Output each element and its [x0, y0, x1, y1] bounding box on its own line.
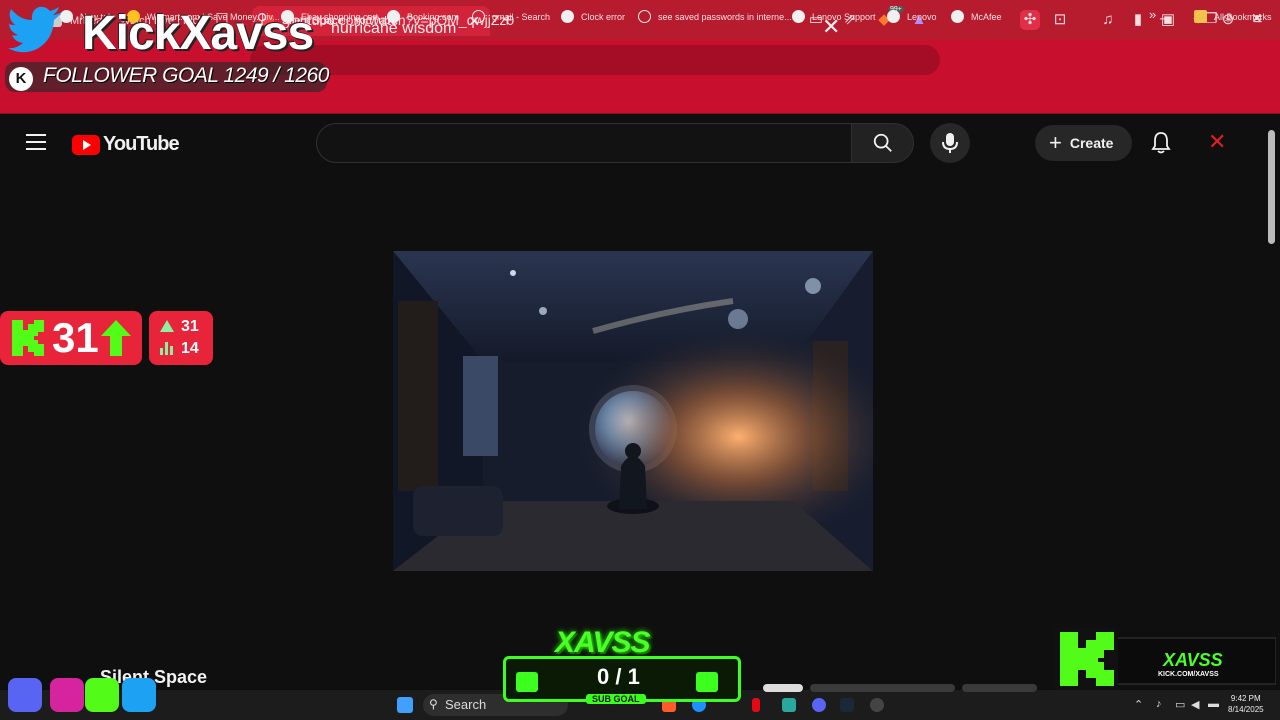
kick-card-url: KICK.COM/XAVSS [1158, 671, 1219, 678]
globe-icon [887, 10, 900, 23]
app-icon[interactable] [870, 698, 884, 712]
discord-taskbar-icon[interactable] [812, 698, 826, 712]
bookmark-label: Clock error [581, 11, 626, 22]
bookmark-label: see saved passwords in interne... [658, 11, 792, 22]
network-icon[interactable]: ▭ [1175, 698, 1185, 711]
taskbar-search-label: Search [445, 697, 487, 712]
extensions-icon[interactable]: ✣ [1020, 10, 1040, 30]
wallet-icon[interactable]: ▣ [1158, 10, 1178, 30]
stat-bar-value: 14 [181, 340, 199, 357]
more-bookmarks-button[interactable]: » [1149, 7, 1156, 22]
bookmark-item[interactable]: Lenovo [887, 10, 937, 23]
volume-icon[interactable]: ◀ [1191, 698, 1199, 711]
kick-logo-icon [12, 320, 44, 356]
viewer-count: 31 [52, 314, 99, 361]
stat-up-value: 31 [181, 318, 199, 335]
netflix-icon[interactable] [752, 698, 760, 712]
globe-icon [561, 10, 574, 23]
progress-pill [962, 684, 1037, 692]
youtube-header: YouTube + Create ✕ [0, 115, 1266, 172]
gift-icon [696, 672, 718, 692]
progress-pill [810, 684, 955, 692]
sidebar-icon[interactable]: ▮ [1128, 10, 1148, 30]
folder-icon [1194, 10, 1207, 23]
search-icon [472, 10, 485, 23]
sub-goal-label: SUB GOAL [586, 694, 646, 704]
notifications-bell-icon[interactable] [1150, 131, 1172, 155]
battery-icon[interactable]: ▬ [1208, 698, 1219, 710]
search-button[interactable] [851, 123, 914, 163]
bar-chart-icon [160, 342, 173, 355]
instagram-icon [50, 678, 84, 712]
microphone-tray-icon[interactable]: ♪ [1156, 698, 1162, 710]
create-label: Create [1069, 135, 1114, 151]
url-box[interactable] [250, 45, 940, 75]
bookmark-item[interactable]: McAfee [951, 10, 1002, 23]
kick-card-name: XAVSS [1163, 650, 1223, 670]
arrow-up-icon [101, 320, 131, 356]
bookmark-label: McAfee [971, 11, 1002, 22]
windows-start-icon[interactable] [397, 697, 413, 713]
trend-up-icon [160, 320, 174, 332]
kick-logo-icon [1054, 628, 1118, 690]
youtube-play-icon [72, 134, 100, 155]
voice-search-button[interactable] [930, 123, 970, 163]
search-input[interactable] [316, 123, 851, 163]
discord-icon [8, 678, 42, 712]
bookmark-label: gmail - Search [492, 11, 551, 22]
media-icon[interactable]: ♫ [1098, 10, 1118, 30]
gift-icon [516, 672, 538, 692]
globe-icon [951, 10, 964, 23]
follower-goal-text: FOLLOWER GOAL 1249 / 1260 [43, 64, 329, 87]
app-icon[interactable] [782, 698, 796, 712]
bookmark-item[interactable]: gmail - Search [472, 10, 550, 23]
channel-name-overlay: KickXavss [82, 7, 314, 60]
sub-goal-count: 0 / 1 [597, 664, 640, 689]
youtube-logo[interactable]: YouTube [72, 133, 180, 156]
account-avatar-icon[interactable]: ✕ [1208, 129, 1226, 155]
tray-overflow-icon[interactable]: ⌃ [1134, 698, 1143, 711]
all-bookmarks-button[interactable]: All Bookmarks [1194, 10, 1272, 23]
globe-icon [792, 10, 805, 23]
xavss-logo: XAVSS [555, 626, 650, 659]
youtube-wordmark: YouTube [103, 133, 180, 155]
create-button[interactable]: + Create [1035, 125, 1132, 161]
steam-icon[interactable] [840, 698, 854, 712]
twitter-bird-icon [8, 6, 62, 53]
video-frame-illustration [393, 251, 873, 571]
bookmark-item[interactable]: Clock error [561, 10, 625, 23]
screen: MrBeast Watch Live | Kick Silent Space -… [0, 0, 1280, 720]
clock-date: 8/14/2025 [1228, 705, 1264, 714]
bookmark-item[interactable]: see saved passwords in interne... [638, 10, 792, 23]
clock-time: 9:42 PM [1230, 694, 1261, 703]
microphone-icon [942, 133, 958, 153]
search-icon [638, 10, 651, 23]
reader-icon[interactable]: ⊡ [1050, 10, 1070, 30]
kick-k-icon: K [9, 67, 33, 91]
video-player[interactable] [393, 251, 873, 571]
twitter-icon [122, 678, 156, 712]
search-query-text[interactable]: hurricane wisdom [331, 20, 456, 38]
search-icon [873, 133, 892, 152]
scrollbar-thumb[interactable] [1268, 130, 1275, 244]
taskbar-clock[interactable]: 9:42 PM 8/14/2025 [1228, 693, 1264, 715]
bookmark-label: All Bookmarks [1214, 11, 1272, 22]
kick-icon [85, 678, 119, 712]
search-icon: ⚲ [429, 697, 438, 711]
progress-pill [763, 684, 803, 692]
bookmark-label: Lenovo [907, 11, 937, 22]
clear-search-icon[interactable]: ✕ [822, 16, 840, 38]
guide-menu-icon[interactable] [26, 134, 46, 150]
plus-icon: + [1049, 130, 1062, 155]
